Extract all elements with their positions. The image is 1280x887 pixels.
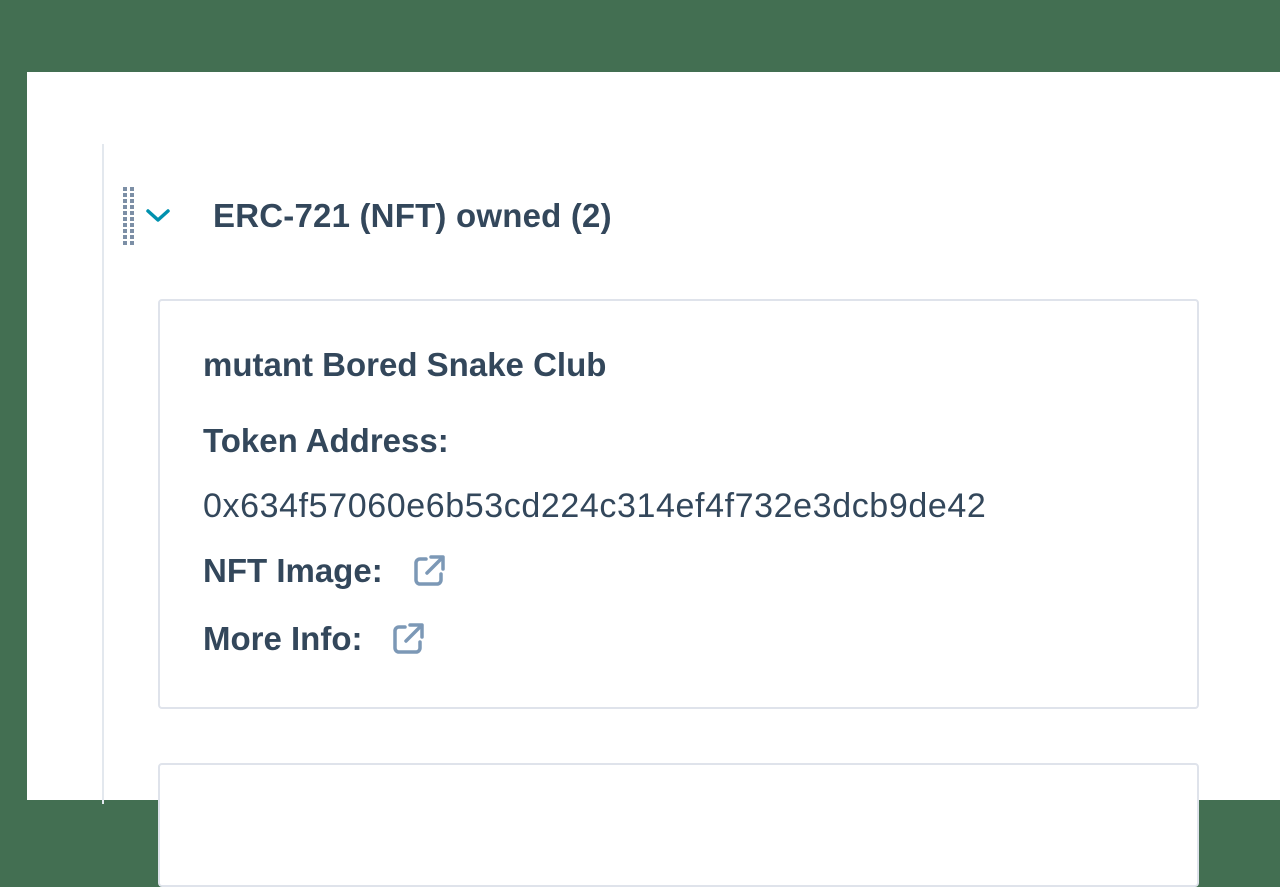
nft-card-partial — [158, 763, 1199, 887]
nft-card: mutant Bored Snake Club Token Address: 0… — [158, 299, 1199, 709]
properties-panel: ERC-721 (NFT) owned (2) mutant Bored Sna… — [27, 72, 1280, 887]
external-link-icon[interactable] — [388, 619, 428, 659]
token-address-value: 0x634f57060e6b53cd224c314ef4f732e3dcb9de… — [203, 487, 987, 525]
nft-name: mutant Bored Snake Club — [203, 346, 607, 383]
drag-handle-icon[interactable] — [123, 187, 137, 245]
token-address-label: Token Address: — [203, 422, 449, 459]
nft-section-header[interactable]: ERC-721 (NFT) owned (2) — [123, 186, 612, 246]
more-info-label: More Info: — [203, 620, 363, 657]
more-info-row: More Info: — [203, 619, 428, 659]
section-indent-line — [102, 144, 104, 804]
nft-image-label: NFT Image: — [203, 552, 383, 589]
chevron-down-icon[interactable] — [143, 201, 173, 231]
nft-image-row: NFT Image: — [203, 551, 449, 591]
section-title[interactable]: ERC-721 (NFT) owned (2) — [213, 197, 612, 235]
external-link-icon[interactable] — [409, 551, 449, 591]
